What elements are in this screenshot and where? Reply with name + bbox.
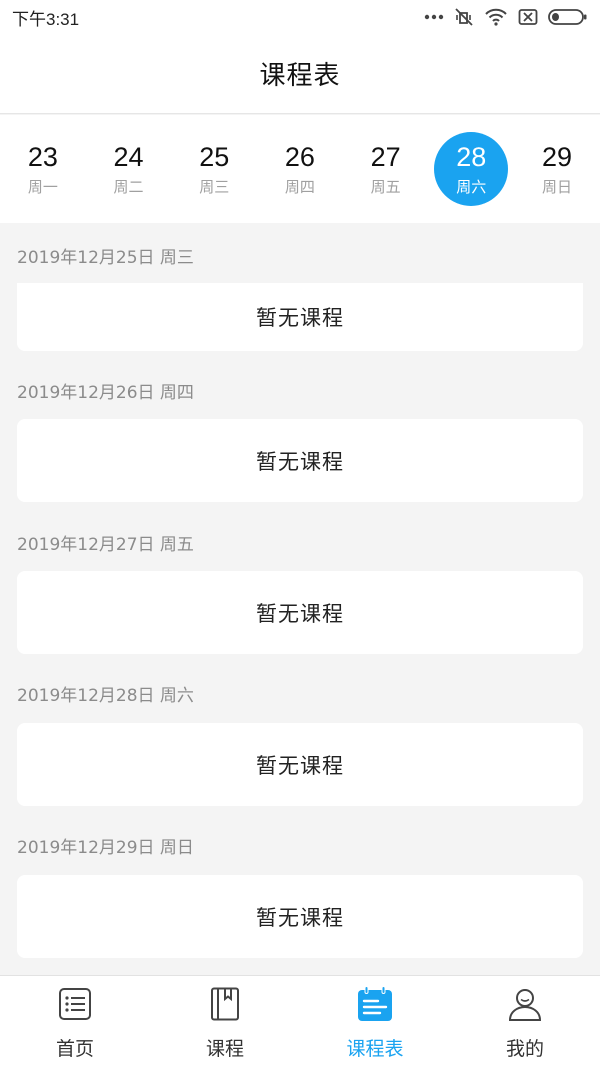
- bottom-nav: 首页 课程 课程表 我的: [0, 975, 600, 1067]
- wifi-icon: [484, 8, 508, 26]
- course-card-empty: 暂无课程: [17, 419, 583, 502]
- week-date-strip: 23 周一 24 周二 25 周三 26 周四 27 周五 28 周六 29 周…: [0, 115, 600, 223]
- status-icons: [424, 7, 588, 27]
- empty-course-text: 暂无课程: [256, 753, 344, 778]
- day-number: 23: [27, 141, 58, 172]
- nav-label: 首页: [55, 1038, 94, 1060]
- day-27[interactable]: 27 周五: [343, 115, 429, 223]
- day-number: 24: [113, 141, 144, 172]
- sim-off-icon: [518, 8, 538, 26]
- date-header: 2019年12月25日 周三: [17, 248, 194, 268]
- profile-icon: [507, 986, 543, 1022]
- nav-item-schedule[interactable]: 课程表: [300, 976, 450, 1067]
- course-card-empty: 暂无课程: [17, 283, 583, 351]
- day-28-selected[interactable]: 28 周六: [428, 115, 514, 223]
- day-24[interactable]: 24 周二: [86, 115, 172, 223]
- course-card-empty: 暂无课程: [17, 723, 583, 806]
- status-bar: 下午3:31: [0, 0, 600, 34]
- course-card-empty: 暂无课程: [17, 875, 583, 958]
- day-weekday: 周四: [284, 177, 315, 196]
- nav-item-profile[interactable]: 我的: [450, 976, 600, 1067]
- day-25[interactable]: 25 周三: [171, 115, 257, 223]
- empty-course-text: 暂无课程: [256, 601, 344, 626]
- book-icon: [207, 986, 243, 1022]
- day-weekday: 周六: [456, 177, 487, 196]
- day-23[interactable]: 23 周一: [0, 115, 86, 223]
- nav-item-courses[interactable]: 课程: [150, 976, 300, 1067]
- nav-item-home[interactable]: 首页: [0, 976, 150, 1067]
- vibrate-off-icon: [454, 7, 474, 27]
- day-29[interactable]: 29 周日: [514, 115, 600, 223]
- day-number: 27: [370, 141, 401, 172]
- day-number: 25: [199, 141, 230, 172]
- empty-course-text: 暂无课程: [256, 449, 344, 474]
- app-header: 课程表: [0, 34, 600, 114]
- date-header: 2019年12月26日 周四: [17, 383, 194, 403]
- day-number: 29: [541, 141, 572, 172]
- date-header: 2019年12月29日 周日: [17, 838, 194, 858]
- nav-label: 课程: [205, 1038, 244, 1060]
- empty-course-text: 暂无课程: [256, 905, 344, 930]
- day-26[interactable]: 26 周四: [257, 115, 343, 223]
- calendar-icon: [357, 986, 393, 1022]
- nav-label: 课程表: [346, 1038, 404, 1060]
- date-header: 2019年12月28日 周六: [17, 686, 194, 706]
- day-weekday: 周一: [27, 177, 58, 196]
- day-number: 26: [284, 141, 315, 172]
- status-time: 下午3:31: [12, 9, 80, 29]
- home-list-icon: [57, 986, 93, 1022]
- page-title: 课程表: [259, 61, 341, 91]
- schedule-list[interactable]: 2019年12月25日 周三 暂无课程 2019年12月26日 周四 暂无课程 …: [0, 223, 600, 975]
- nav-label: 我的: [505, 1038, 544, 1060]
- day-number: 28: [456, 141, 487, 172]
- empty-course-text: 暂无课程: [256, 306, 344, 330]
- date-header: 2019年12月27日 周五: [17, 535, 194, 555]
- more-dots-icon: [424, 13, 444, 21]
- day-weekday: 周三: [199, 177, 230, 196]
- day-weekday: 周五: [370, 177, 401, 196]
- day-weekday: 周日: [541, 177, 572, 196]
- day-weekday: 周二: [113, 177, 144, 196]
- battery-icon: [548, 8, 588, 26]
- course-card-empty: 暂无课程: [17, 571, 583, 654]
